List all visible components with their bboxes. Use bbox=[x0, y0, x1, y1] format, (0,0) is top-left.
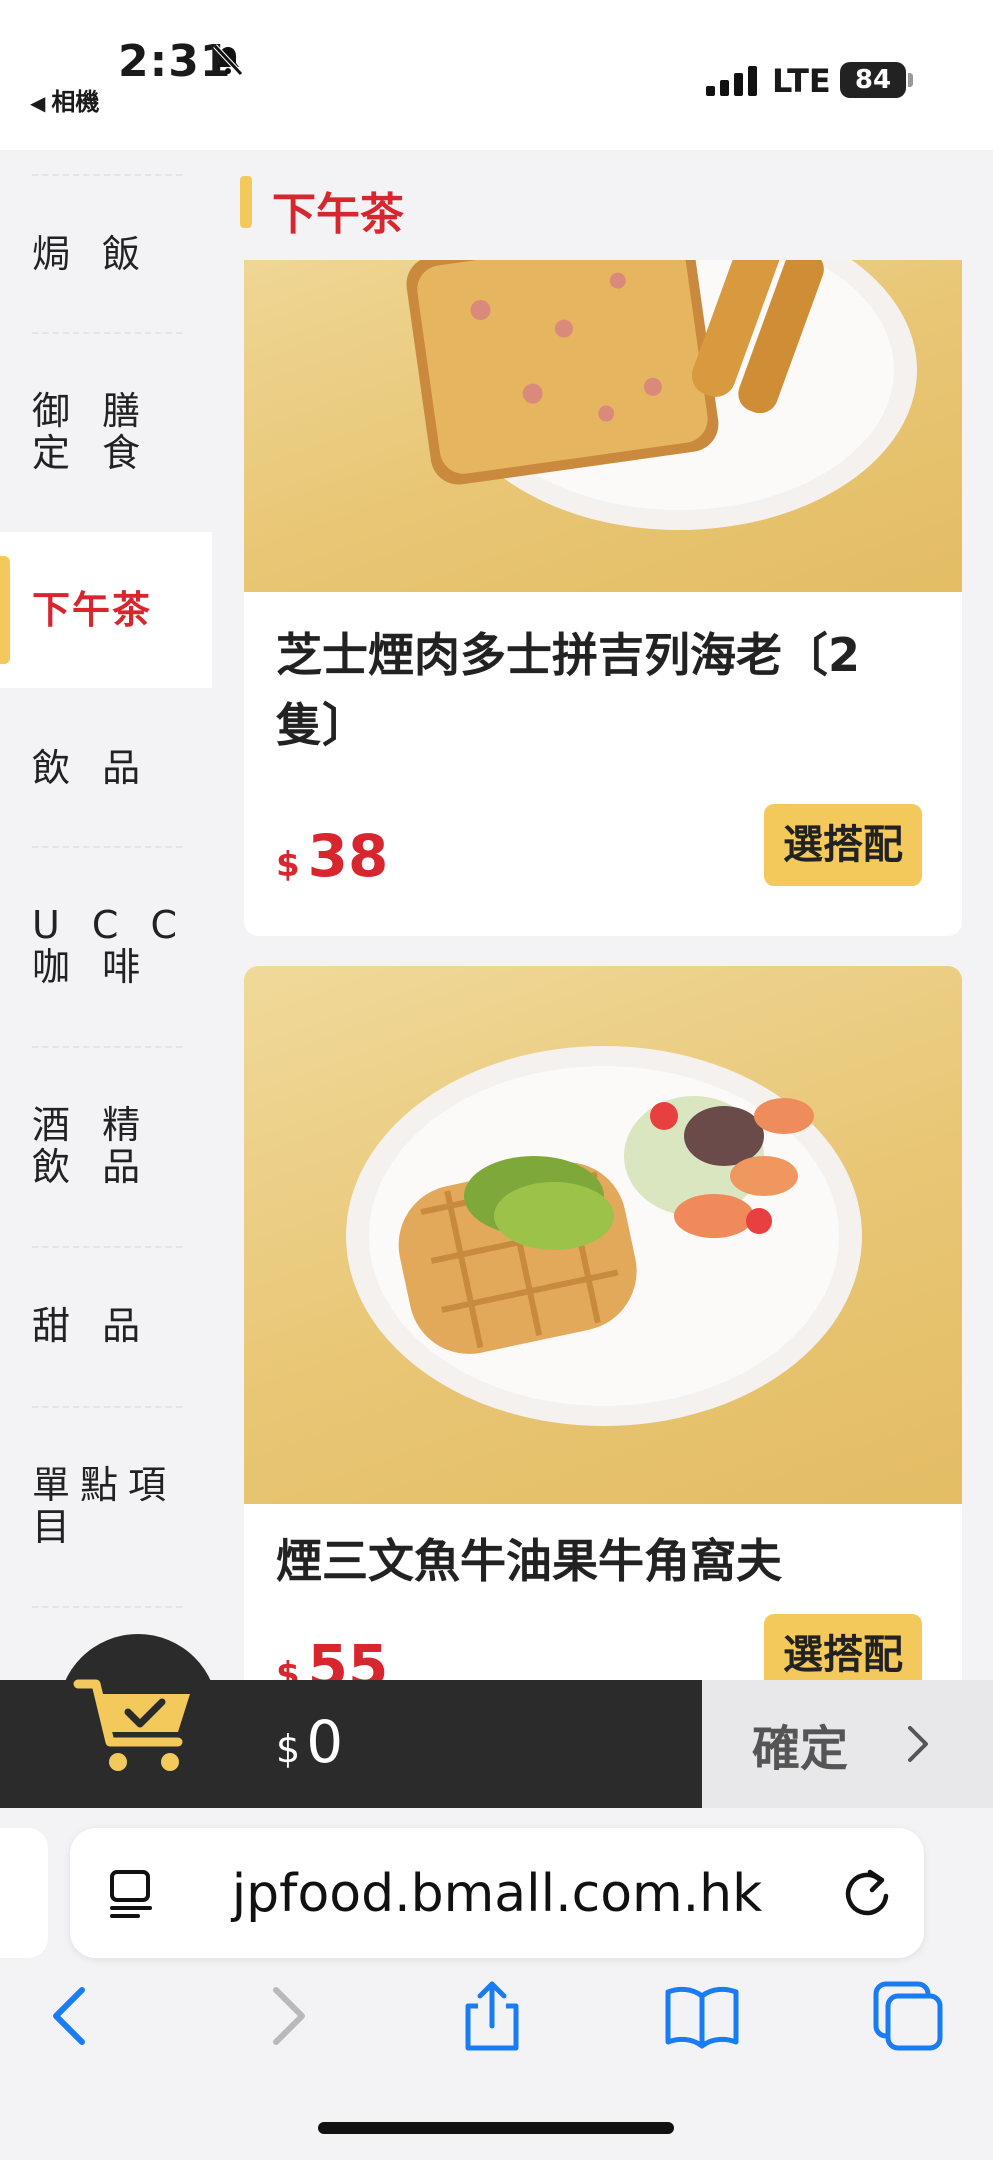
sidebar-item-label: 下午茶 bbox=[32, 588, 153, 632]
tabs-icon[interactable] bbox=[868, 1976, 948, 2056]
status-bar: 2:31 ◀ 相機 LTE 84 bbox=[0, 0, 993, 150]
sidebar-item-label: 單點項 目 bbox=[32, 1463, 177, 1549]
section-title: 下午茶 bbox=[272, 189, 404, 240]
sidebar-item-a-la-carte[interactable]: 單點項 目 bbox=[0, 1406, 212, 1606]
sidebar-divider bbox=[32, 1606, 182, 1608]
section-accent-bar bbox=[240, 176, 252, 228]
cellular-signal-icon bbox=[706, 66, 758, 96]
address-bar[interactable]: jpfood.bmall.com.hk bbox=[70, 1828, 924, 1958]
product-card[interactable]: 煙三文魚牛油果牛角窩夫 $55 選搭配 bbox=[244, 966, 962, 1680]
product-price: $38 bbox=[276, 822, 388, 890]
bell-muted-icon bbox=[213, 44, 243, 76]
previous-tab-preview[interactable] bbox=[0, 1828, 48, 1958]
cart-total-value: 0 bbox=[306, 1708, 344, 1776]
back-triangle-icon: ◀ bbox=[30, 91, 46, 115]
product-list[interactable]: 下午茶 芝士煙肉多士拼吉列海老〔2隻〕 $ 38 選搭配 煙三文魚牛油果牛角窩夫… bbox=[212, 150, 993, 1680]
battery-icon: 84 bbox=[840, 62, 913, 98]
category-sidebar: 焗 飯 御 膳 定 食 下午茶 飲 品 U C C 咖 啡 酒 精 飲 品 甜 … bbox=[0, 150, 212, 1680]
back-icon[interactable] bbox=[32, 1976, 112, 2056]
sidebar-item-dessert[interactable]: 甜 品 bbox=[0, 1246, 212, 1406]
browser-chrome: jpfood.bmall.com.hk bbox=[0, 1808, 993, 2160]
sidebar-item-label: U C C 咖 啡 bbox=[32, 903, 188, 989]
battery-level: 84 bbox=[854, 65, 892, 95]
sidebar-item-label: 甜 品 bbox=[32, 1304, 151, 1348]
confirm-label: 確定 bbox=[752, 1723, 849, 1776]
price-currency: $ bbox=[276, 845, 300, 885]
back-to-camera-link[interactable]: ◀ 相機 bbox=[30, 82, 99, 117]
product-image bbox=[244, 210, 962, 592]
product-name: 芝士煙肉多士拼吉列海老〔2隻〕 bbox=[276, 628, 861, 752]
sidebar-item-label: 焗 飯 bbox=[32, 232, 151, 276]
forward-icon[interactable] bbox=[246, 1976, 326, 2056]
toast-and-shrimp-illustration bbox=[406, 210, 917, 530]
confirm-button[interactable]: 確定 bbox=[702, 1680, 993, 1808]
share-icon[interactable] bbox=[452, 1976, 532, 2056]
salmon-waffle-illustration bbox=[346, 1046, 862, 1426]
home-indicator bbox=[318, 2122, 674, 2134]
back-app-label: 相機 bbox=[51, 88, 100, 116]
cart-currency: $ bbox=[276, 1727, 301, 1771]
product-price: $55 bbox=[276, 1632, 388, 1680]
sidebar-item-baked-rice[interactable]: 焗 飯 bbox=[0, 174, 212, 334]
choose-combo-button[interactable]: 選搭配 bbox=[764, 804, 922, 886]
reload-icon[interactable] bbox=[840, 1866, 894, 1920]
product-image bbox=[244, 966, 962, 1504]
sidebar-item-afternoon-tea[interactable]: 下午茶 bbox=[0, 532, 212, 688]
section-header: 下午茶 bbox=[212, 150, 993, 260]
price-value: 38 bbox=[307, 822, 389, 890]
cart-total: $0 bbox=[276, 1708, 343, 1776]
price-currency: $ bbox=[276, 1655, 300, 1680]
sidebar-item-ucc-coffee[interactable]: U C C 咖 啡 bbox=[0, 846, 212, 1046]
price-value: 55 bbox=[307, 1632, 389, 1680]
sidebar-item-set-meal[interactable]: 御 膳 定 食 bbox=[0, 332, 212, 532]
url-text: jpfood.bmall.com.hk bbox=[231, 1864, 763, 1924]
chevron-right-icon bbox=[908, 1726, 928, 1762]
sidebar-item-alcohol[interactable]: 酒 精 飲 品 bbox=[0, 1046, 212, 1246]
sidebar-item-label: 御 膳 定 食 bbox=[32, 389, 151, 475]
network-type: LTE bbox=[772, 62, 831, 100]
choose-combo-button[interactable]: 選搭配 bbox=[764, 1614, 922, 1680]
product-name: 煙三文魚牛油果牛角窩夫 bbox=[276, 1534, 782, 1588]
product-card[interactable]: 芝士煙肉多士拼吉列海老〔2隻〕 $38 選搭配 bbox=[244, 210, 962, 936]
sidebar-item-label: 酒 精 飲 品 bbox=[32, 1103, 151, 1189]
sidebar-item-label: 飲 品 bbox=[32, 746, 151, 790]
bookmarks-icon[interactable] bbox=[662, 1976, 742, 2056]
sidebar-item-drinks[interactable]: 飲 品 bbox=[0, 690, 212, 846]
shopping-cart-icon[interactable] bbox=[70, 1670, 200, 1780]
